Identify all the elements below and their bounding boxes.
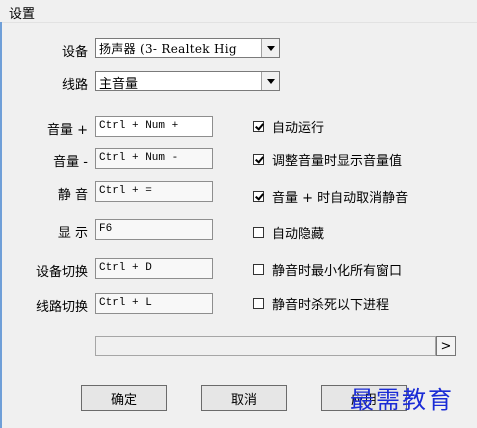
option-minimize-on-mute[interactable]: 静音时最小化所有窗口 xyxy=(253,260,403,279)
option-show-volume[interactable]: 调整音量时显示音量值 xyxy=(253,150,403,169)
option-unmute-on-volume-up[interactable]: 音量 + 时自动取消静音 xyxy=(253,187,409,206)
ok-button[interactable]: 确定 xyxy=(81,385,167,411)
hotkey-label-show: 显 示 xyxy=(57,226,88,241)
checkbox-icon[interactable] xyxy=(253,120,264,132)
hotkey-input-volume-up[interactable]: Ctrl + Num + xyxy=(95,116,213,137)
hotkey-label-line-switch: 线路切换 xyxy=(35,300,88,315)
watermark-logo: 最需教育 xyxy=(350,386,454,414)
checkbox-icon[interactable] xyxy=(253,226,264,238)
line-select[interactable]: 主音量 xyxy=(95,71,280,92)
hotkey-value: Ctrl + L xyxy=(99,297,152,309)
hotkey-input-line-switch[interactable]: Ctrl + L xyxy=(95,293,213,314)
window-title: 设置 xyxy=(9,7,36,22)
hotkey-label-volume-down: 音量 - xyxy=(53,155,88,170)
hotkey-input-show[interactable]: F6 xyxy=(95,219,213,240)
device-select[interactable]: 扬声器 (3- Realtek Hig xyxy=(95,38,280,58)
option-label: 静音时最小化所有窗口 xyxy=(272,263,403,279)
option-auto-hide[interactable]: 自动隐藏 xyxy=(253,223,325,242)
option-auto-run[interactable]: 自动运行 xyxy=(253,117,325,136)
hotkey-value: F6 xyxy=(99,223,113,235)
hotkey-value: Ctrl + D xyxy=(99,262,152,274)
chevron-down-icon xyxy=(266,78,275,84)
process-more-button[interactable]: > xyxy=(436,336,456,356)
option-label: 自动隐藏 xyxy=(272,226,325,242)
line-dropdown-button[interactable] xyxy=(261,72,279,90)
hotkey-label-volume-up: 音量 + xyxy=(46,123,88,138)
hotkey-input-mute[interactable]: Ctrl + = xyxy=(95,181,213,202)
checkbox-icon[interactable] xyxy=(253,297,264,309)
hotkey-input-device-switch[interactable]: Ctrl + D xyxy=(95,258,213,279)
option-kill-process-on-mute[interactable]: 静音时杀死以下进程 xyxy=(253,294,390,313)
hotkey-label-mute: 静 音 xyxy=(57,188,88,203)
hotkey-input-volume-down[interactable]: Ctrl + Num - xyxy=(95,148,213,169)
hotkey-value: Ctrl + Num - xyxy=(99,152,179,164)
device-select-value: 扬声器 (3- Realtek Hig xyxy=(99,42,237,56)
process-field[interactable] xyxy=(95,336,436,356)
checkbox-icon[interactable] xyxy=(253,263,264,275)
option-label: 调整音量时显示音量值 xyxy=(272,153,403,169)
checkbox-icon[interactable] xyxy=(253,190,264,202)
option-label: 自动运行 xyxy=(272,120,325,136)
chevron-down-icon xyxy=(266,45,275,51)
device-label: 设备 xyxy=(61,45,88,60)
line-label: 线路 xyxy=(61,78,88,93)
line-select-value: 主音量 xyxy=(99,77,139,92)
window-border xyxy=(0,22,2,428)
checkbox-icon[interactable] xyxy=(253,153,264,165)
hotkey-value: Ctrl + Num + xyxy=(99,120,179,132)
cancel-button[interactable]: 取消 xyxy=(201,385,287,411)
hotkey-label-device-switch: 设备切换 xyxy=(35,265,88,280)
device-dropdown-button[interactable] xyxy=(261,39,279,57)
title-bar: 设置 xyxy=(0,0,477,23)
option-label: 静音时杀死以下进程 xyxy=(272,297,390,313)
option-label: 音量 + 时自动取消静音 xyxy=(272,190,409,206)
hotkey-value: Ctrl + = xyxy=(99,185,152,197)
